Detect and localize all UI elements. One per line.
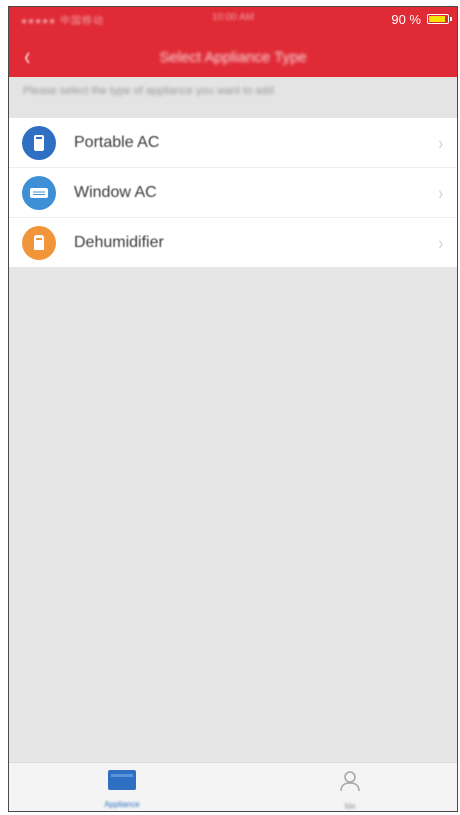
appliance-list: Portable AC › Window AC › Dehumidifier › [9, 118, 457, 267]
battery-icon [427, 14, 452, 24]
hint-text: Please select the type of appliance you … [23, 85, 274, 97]
user-icon [340, 771, 360, 792]
appliance-item-dehumidifier[interactable]: Dehumidifier › [9, 218, 457, 267]
appliance-item-portable-ac[interactable]: Portable AC › [9, 118, 457, 168]
app-screen: ●●●●● 中国移动 10:00 AM 90 % ‹ Select Applia… [8, 6, 458, 812]
appliance-label: Portable AC [74, 133, 160, 151]
window-ac-icon [22, 175, 56, 210]
appliance-icon [108, 770, 136, 790]
dehumidifier-icon [22, 225, 56, 260]
chevron-right-icon: › [438, 132, 443, 153]
tab-label: Appliance [104, 800, 140, 809]
header-bar: ●●●●● 中国移动 10:00 AM 90 % ‹ Select Applia… [9, 7, 457, 77]
tab-appliance[interactable]: Appliance [82, 769, 162, 809]
tab-label: Me [344, 802, 356, 811]
appliance-label: Window AC [74, 183, 157, 201]
page-title: Select Appliance Type [159, 49, 307, 66]
appliance-label: Dehumidifier [74, 233, 164, 251]
appliance-item-window-ac[interactable]: Window AC › [9, 168, 457, 218]
portable-ac-icon [22, 125, 56, 160]
battery-percent: 90 % [391, 12, 421, 27]
clock: 10:00 AM [211, 12, 255, 23]
hint-strip: Please select the type of appliance you … [9, 77, 457, 117]
chevron-right-icon: › [438, 182, 443, 203]
tab-bar: Appliance Me [9, 762, 457, 811]
tab-me[interactable]: Me [310, 769, 390, 811]
chevron-right-icon: › [438, 232, 443, 253]
status-bar: ●●●●● 中国移动 10:00 AM 90 % [9, 7, 457, 29]
